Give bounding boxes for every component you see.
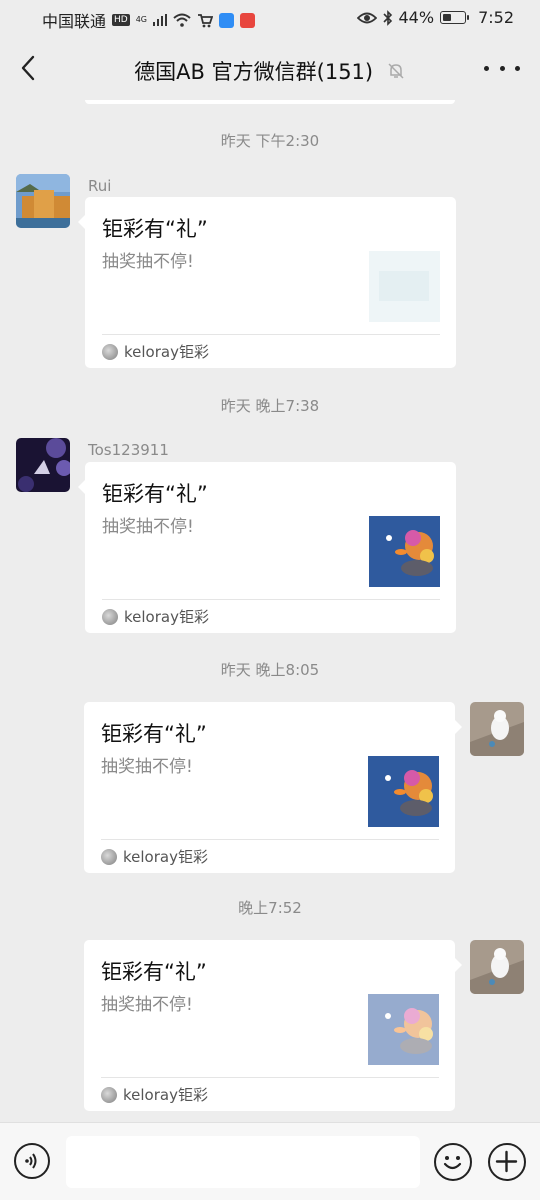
cloud-app-icon	[219, 12, 235, 28]
source-icon	[102, 608, 118, 625]
my-avatar[interactable]	[470, 940, 524, 994]
source-icon	[102, 343, 118, 360]
wifi-icon	[173, 13, 191, 27]
more-button[interactable]	[484, 56, 520, 80]
chat-area[interactable]: 昨天 下午2:30 Rui 钜彩有“礼” 抽奖抽不停! keloray钜彩 昨天…	[0, 100, 540, 1122]
avatar[interactable]	[16, 174, 70, 228]
chat-header: 德国AB 官方微信群(151)	[0, 36, 540, 100]
card-source: keloray钜彩	[101, 1084, 208, 1105]
card-description: 抽奖抽不停!	[101, 995, 193, 1015]
link-card[interactable]: 钜彩有“礼” 抽奖抽不停! keloray钜彩	[78, 197, 456, 368]
cart-icon	[198, 13, 214, 27]
card-description: 抽奖抽不停!	[102, 252, 194, 272]
card-title: 钜彩有“礼”	[101, 960, 207, 984]
card-source-name: keloray钜彩	[124, 608, 209, 626]
card-divider	[102, 599, 440, 600]
battery-percent: 44%	[398, 8, 435, 27]
status-right: 44% 7:52	[356, 8, 514, 27]
network-label: 4G	[135, 15, 148, 24]
timestamp: 昨天 晚上8:05	[220, 661, 320, 679]
emoji-icon	[443, 1156, 462, 1170]
card-source: keloray钜彩	[102, 606, 209, 627]
card-thumbnail	[369, 516, 440, 587]
carrier-label: 中国联通	[42, 12, 107, 31]
sender-name: Tos123911	[88, 441, 169, 459]
timestamp: 昨天 晚上7:38	[220, 397, 320, 415]
voice-button[interactable]	[14, 1143, 50, 1179]
eye-icon	[356, 12, 377, 23]
card-divider	[102, 334, 440, 335]
card-source-name: keloray钜彩	[123, 1086, 208, 1104]
more-dot	[499, 65, 505, 71]
card-thumbnail	[368, 756, 439, 827]
card-thumbnail	[369, 251, 440, 322]
card-title: 钜彩有“礼”	[102, 217, 208, 241]
card-divider	[101, 1077, 439, 1078]
card-source: keloray钜彩	[102, 341, 209, 362]
plus-button[interactable]	[488, 1143, 526, 1181]
card-title: 钜彩有“礼”	[101, 722, 207, 746]
card-source-name: keloray钜彩	[124, 343, 209, 361]
hd-badge: HD	[112, 14, 130, 26]
chat-title-text: 德国AB 官方微信群(151)	[134, 60, 374, 84]
sender-name: Rui	[88, 177, 112, 195]
bluetooth-icon	[382, 9, 392, 26]
card-thumbnail	[368, 994, 439, 1065]
link-card[interactable]: 钜彩有“礼” 抽奖抽不停! keloray钜彩	[84, 940, 462, 1111]
status-left: 中国联通 HD 4G	[42, 8, 256, 32]
more-dot	[515, 65, 520, 71]
message-input[interactable]	[66, 1136, 420, 1188]
my-avatar[interactable]	[470, 702, 524, 756]
card-description: 抽奖抽不停!	[101, 757, 193, 777]
voice-icon	[25, 1153, 37, 1169]
source-icon	[101, 1086, 117, 1103]
status-bar: 中国联通 HD 4G 44% 7:52	[0, 0, 540, 36]
bubble-arrow	[455, 958, 462, 972]
plus-icon	[495, 1150, 518, 1173]
avatar[interactable]	[16, 438, 70, 492]
bubble-arrow	[78, 215, 85, 229]
message-input-bar	[0, 1122, 540, 1200]
bubble-arrow	[455, 720, 462, 734]
chat-title: 德国AB 官方微信群(151)	[0, 56, 540, 86]
signal-icon	[153, 14, 168, 26]
more-dot	[484, 65, 489, 71]
timestamp: 晚上7:52	[238, 899, 302, 917]
link-card[interactable]: 钜彩有“礼” 抽奖抽不停! keloray钜彩	[84, 702, 462, 873]
card-description: 抽奖抽不停!	[102, 517, 194, 537]
bell-off-icon	[386, 61, 406, 86]
card-source: keloray钜彩	[101, 846, 208, 867]
clock: 7:52	[478, 8, 514, 27]
bubble-arrow	[78, 480, 85, 494]
card-source-name: keloray钜彩	[123, 848, 208, 866]
link-card[interactable]: 钜彩有“礼” 抽奖抽不停! keloray钜彩	[78, 462, 456, 633]
card-divider	[101, 839, 439, 840]
source-icon	[101, 848, 117, 865]
card-title: 钜彩有“礼”	[102, 482, 208, 506]
timestamp: 昨天 下午2:30	[220, 132, 320, 150]
previous-card-edge	[85, 100, 455, 104]
emoji-button[interactable]	[434, 1143, 472, 1181]
battery-icon	[440, 11, 470, 24]
red-app-icon	[240, 12, 256, 28]
